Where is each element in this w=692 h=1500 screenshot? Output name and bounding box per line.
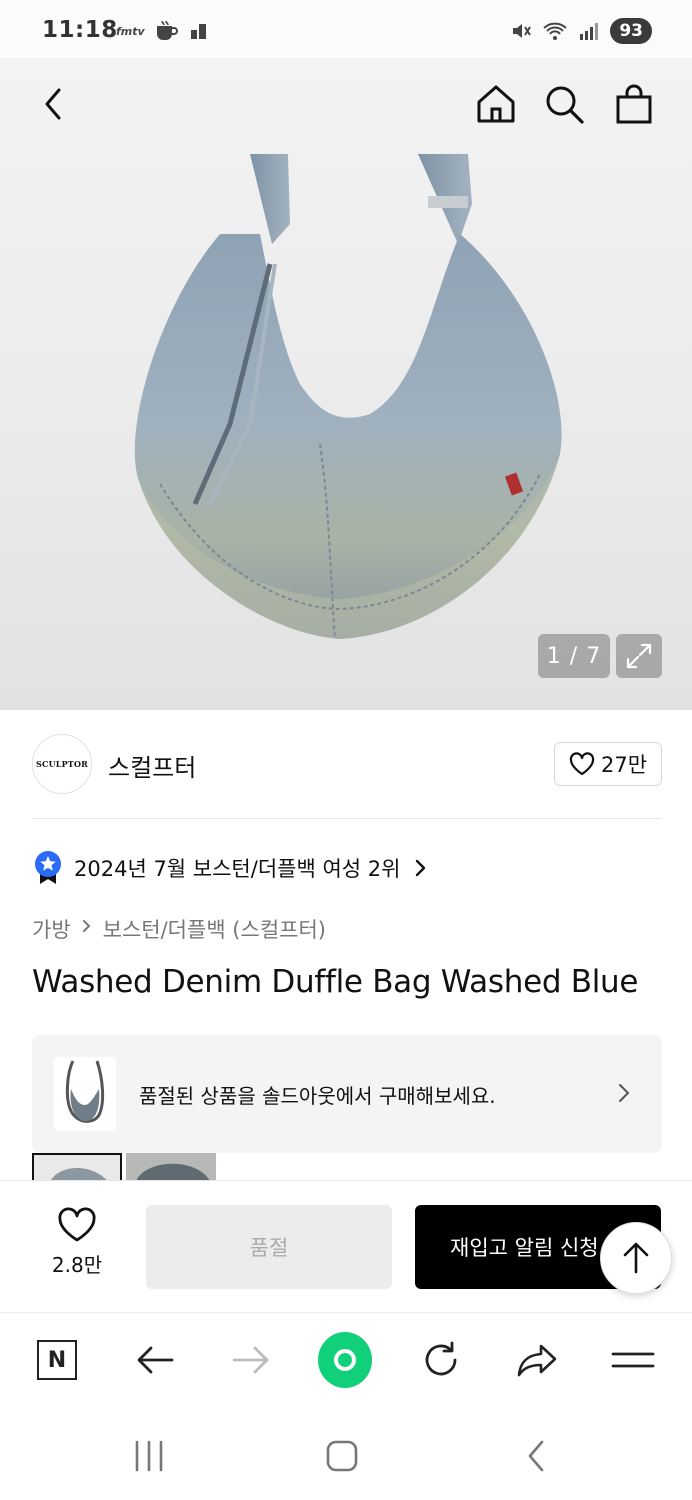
soldout-banner-text: 품절된 상품을 솔드아웃에서 구매해보세요. <box>139 1084 496 1108</box>
brand-row: SCULPTOR 스컬프터 27만 <box>32 734 662 796</box>
share-button[interactable] <box>510 1333 564 1387</box>
menu-button[interactable] <box>606 1333 660 1387</box>
green-dot-icon <box>318 1332 372 1388</box>
thumbnail-strip <box>32 1153 216 1181</box>
signal-icon <box>580 23 599 40</box>
ranking-link[interactable]: 2024년 7월 보스턴/더플백 여성 2위 <box>32 850 428 886</box>
product-image <box>134 154 562 640</box>
breadcrumb-item[interactable]: 가방 <box>32 914 71 944</box>
brand-name[interactable]: 스컬프터 <box>108 748 196 783</box>
mute-icon <box>513 24 532 38</box>
naver-home-button[interactable]: N <box>30 1333 84 1387</box>
battery-level: 93 <box>610 18 652 44</box>
chevron-right-icon <box>82 920 91 932</box>
product-title: Washed Denim Duffle Bag Washed Blue <box>32 964 639 1000</box>
chevron-left-icon <box>45 88 61 120</box>
status-app-label: fmtv <box>116 24 145 38</box>
soldout-button[interactable]: 품절 <box>146 1205 392 1289</box>
expand-icon <box>626 643 652 669</box>
divider <box>32 818 662 819</box>
share-icon <box>517 1344 557 1377</box>
wifi-icon <box>543 22 568 40</box>
arrow-right-icon <box>232 1346 269 1374</box>
refresh-icon <box>425 1341 457 1376</box>
heart-icon <box>569 752 595 776</box>
thumbnail-image <box>34 1155 120 1181</box>
brand-like-button[interactable]: 27만 <box>554 742 662 786</box>
thumbnail-1[interactable] <box>32 1153 122 1181</box>
shopping-bag-icon <box>616 84 652 124</box>
breadcrumb: 가방 보스턴/더플백 (스컬프터) <box>32 914 326 944</box>
system-navigation-bar <box>0 1408 692 1500</box>
browser-toolbar: N <box>0 1312 692 1408</box>
arrow-up-icon <box>623 1242 649 1274</box>
purchase-bar: 2.8만 품절 재입고 알림 신청 <box>0 1180 692 1310</box>
home-icon <box>477 85 515 123</box>
status-left-icons: fmtv <box>116 20 209 42</box>
home-button[interactable] <box>474 82 518 126</box>
brand-logo-text: SCULPTOR <box>36 759 88 769</box>
thumbnail-2[interactable] <box>126 1153 216 1181</box>
brand-like-count: 27만 <box>600 753 648 777</box>
image-counter: 1 / 7 <box>538 634 610 678</box>
chevron-right-icon <box>619 1084 630 1102</box>
wishlist-button[interactable]: 2.8만 <box>40 1207 114 1278</box>
chevron-right-icon <box>416 859 426 877</box>
heart-icon <box>58 1207 96 1242</box>
recent-apps-icon[interactable] <box>132 1440 166 1472</box>
status-bar: 11:18 fmtv 93 <box>0 0 692 58</box>
back-system-icon[interactable] <box>522 1438 552 1474</box>
thumbnail-image <box>126 1153 216 1181</box>
hamburger-menu-icon <box>611 1352 655 1368</box>
search-icon <box>546 86 584 124</box>
green-dot-button[interactable] <box>318 1332 372 1388</box>
cart-button[interactable] <box>612 82 656 126</box>
brand-logo[interactable]: SCULPTOR <box>32 734 92 794</box>
app-status-icon <box>190 24 206 39</box>
browser-forward-button[interactable] <box>224 1333 278 1387</box>
ranking-text: 2024년 7월 보스턴/더플백 여성 2위 <box>74 857 401 881</box>
scroll-top-button[interactable] <box>600 1222 672 1294</box>
arrow-left-icon <box>137 1346 174 1374</box>
home-system-icon[interactable] <box>324 1438 360 1474</box>
refresh-button[interactable] <box>414 1333 468 1387</box>
status-time: 11:18 <box>42 17 118 43</box>
soldout-thumbnail <box>54 1057 116 1131</box>
coffee-icon <box>156 20 178 40</box>
naver-logo-icon: N <box>37 1340 77 1380</box>
wishlist-count: 2.8만 <box>51 1253 103 1277</box>
back-button[interactable] <box>32 82 76 126</box>
product-gallery[interactable]: 1 / 7 <box>0 58 692 710</box>
status-right-icons: 93 <box>510 18 652 44</box>
search-button[interactable] <box>542 82 586 126</box>
expand-button[interactable] <box>616 634 662 678</box>
breadcrumb-item[interactable]: 보스턴/더플백 (스컬프터) <box>103 914 326 944</box>
browser-back-button[interactable] <box>128 1333 182 1387</box>
bag-thumbnail-image <box>65 1060 105 1123</box>
soldout-banner[interactable]: 품절된 상품을 솔드아웃에서 구매해보세요. <box>32 1035 662 1153</box>
ranking-badge-icon <box>35 851 61 884</box>
